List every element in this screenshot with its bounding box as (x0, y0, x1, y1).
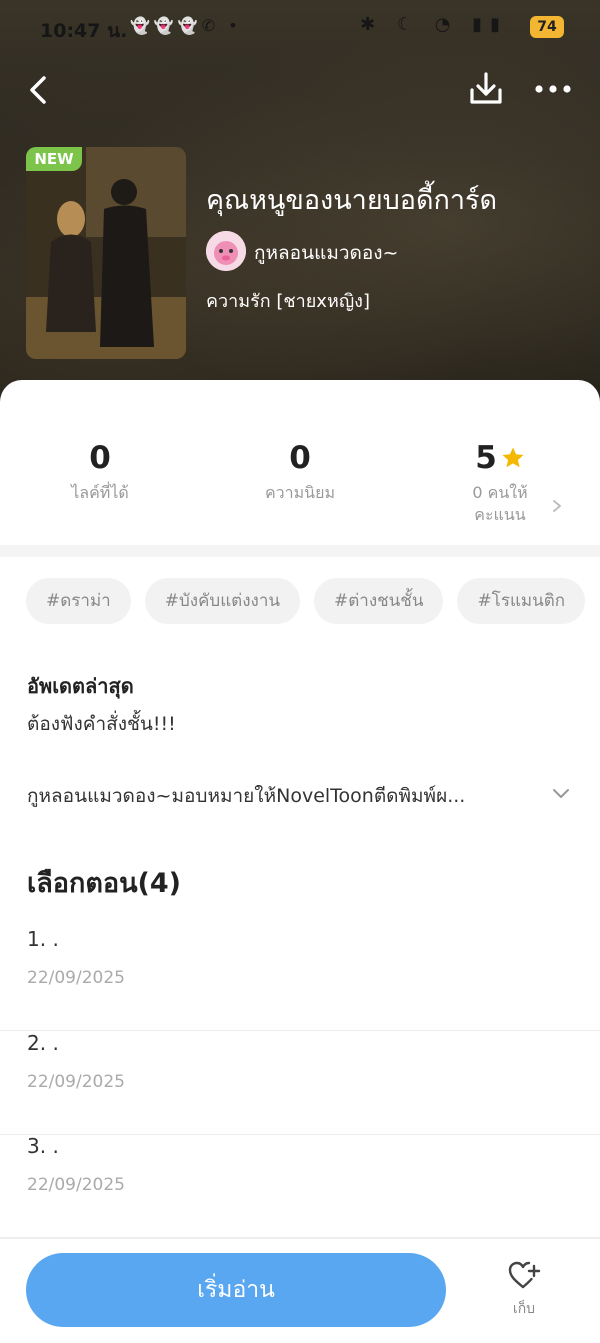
tag-chip[interactable]: #ดราม่า (26, 578, 131, 624)
download-button[interactable] (468, 70, 504, 108)
author-avatar[interactable] (206, 231, 246, 271)
chapter-date: 22/09/2025 (27, 968, 125, 988)
popularity-label: ความนิยม (264, 483, 336, 502)
book-description[interactable]: กูหลอนแมวดอง~มอบหมายให้NovelToonตีดพิมพ์… (27, 781, 547, 811)
likes-label: ไลค์ที่ได้ (71, 483, 129, 502)
book-genre[interactable]: ความรัก [ชายxหญิง] (206, 286, 370, 315)
chapter-date: 22/09/2025 (27, 1072, 125, 1092)
chapter-item[interactable]: 2. . 22/09/2025 (0, 1031, 600, 1135)
chapter-item[interactable]: 1. . 22/09/2025 (0, 927, 600, 1031)
back-button[interactable] (24, 72, 56, 108)
popularity-value: 0 (289, 440, 311, 476)
new-badge: NEW (26, 147, 82, 171)
chapter-name: 2. . (27, 1031, 59, 1055)
heart-plus-icon (508, 1261, 541, 1289)
rating-label-line1: 0 คนให้ (472, 483, 528, 502)
rating-label-line2: คะแนน (474, 505, 526, 524)
battery-icon: 74 (530, 16, 564, 38)
stat-popularity: 0 ความนิยม (240, 440, 360, 504)
star-icon (502, 447, 524, 468)
book-cover[interactable] (26, 147, 186, 359)
save-label: เก็บ (512, 1301, 536, 1317)
book-title: คุณหนูของนายบอดี้การ์ด (206, 185, 498, 216)
chevron-left-icon (30, 76, 46, 104)
latest-update-label: อัพเดตล่าสุด (27, 674, 134, 698)
rating-label: 0 คนให้ คะแนน (450, 482, 550, 526)
chapter-item[interactable]: 3. . 22/09/2025 (0, 1134, 600, 1238)
tag-list: #ดราม่า #บังคับแต่งงาน #ต่างชนชั้น #โรแมนติ… (26, 578, 599, 624)
rating-row: 5 (450, 440, 550, 476)
status-time: 10:47 น. (40, 20, 128, 42)
rating-value: 5 (475, 440, 497, 476)
save-to-library-button[interactable]: เก็บ (496, 1260, 552, 1330)
likes-value: 0 (89, 440, 111, 476)
expand-description-button[interactable] (551, 786, 571, 800)
rating-chevron-button[interactable] (550, 498, 564, 514)
chapter-date: 22/09/2025 (27, 1175, 125, 1195)
stat-rating[interactable]: 5 0 คนให้ คะแนน (450, 440, 550, 526)
chevron-right-icon (553, 500, 561, 512)
more-dots-icon (535, 85, 571, 93)
latest-update-text[interactable]: ต้องฟังคำสั่งชั้น!!! (27, 709, 176, 739)
download-icon (470, 72, 502, 104)
chapter-name: 3. . (27, 1134, 59, 1158)
cover-illustration (26, 147, 186, 359)
notification-icons: 👻👻👻✆ • (130, 16, 242, 35)
author-name[interactable]: กูหลอนแมวดอง~ (254, 238, 398, 268)
tag-chip[interactable]: #ต่างชนชั้น (313, 578, 444, 624)
system-icons: ✱ ☾ ◔ ▮▮ (360, 14, 508, 35)
section-divider (0, 545, 600, 557)
tag-chip[interactable]: #บังคับแต่งงาน (144, 578, 300, 624)
avatar-image (206, 231, 246, 271)
more-options-button[interactable] (534, 80, 572, 98)
status-bar: 10:47 น. 👻👻👻✆ • ✱ ☾ ◔ ▮▮ 74 (0, 0, 600, 56)
stat-likes: 0 ไลค์ที่ได้ (40, 440, 160, 504)
start-reading-button[interactable]: เริ่มอ่าน (26, 1253, 446, 1327)
chapter-list-title: เลือกตอน(4) (27, 868, 182, 899)
book-header: 10:47 น. 👻👻👻✆ • ✱ ☾ ◔ ▮▮ 74 NEW คุณหนูขอ… (0, 0, 600, 410)
tag-chip[interactable]: #โรแมนติก (457, 578, 586, 624)
chevron-down-icon (553, 789, 569, 798)
chapter-name: 1. . (27, 927, 59, 951)
